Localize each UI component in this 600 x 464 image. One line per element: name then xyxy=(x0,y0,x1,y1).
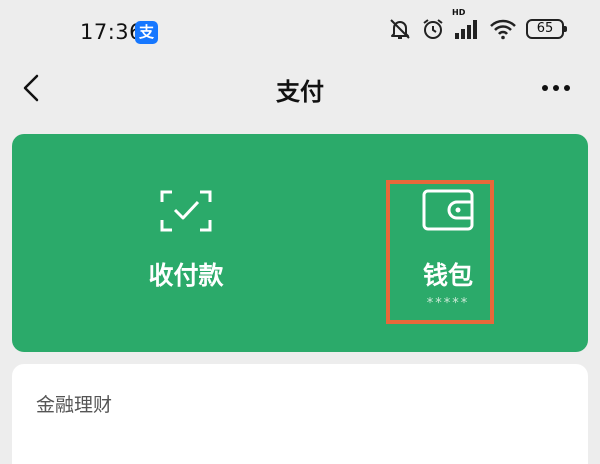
wallet-label: 钱包 xyxy=(422,261,473,290)
finance-section-title: 金融理财 xyxy=(36,394,113,416)
finance-section: 金融理财 xyxy=(12,364,588,464)
page-title: 支付 xyxy=(276,78,324,106)
cell-signal-icon: HD xyxy=(452,8,480,41)
more-dots-icon xyxy=(542,85,570,91)
status-bar: 17:36 支 HD 65 xyxy=(0,0,600,64)
scan-check-icon xyxy=(160,190,212,232)
receive-pay-button[interactable]: 收付款 xyxy=(92,134,280,352)
receive-pay-label: 收付款 xyxy=(148,261,224,290)
battery-indicator: 65 xyxy=(526,19,567,39)
status-icons: HD 65 xyxy=(388,8,567,41)
wallet-balance-masked: ***** xyxy=(426,296,470,311)
wallet-icon xyxy=(422,189,474,231)
alipay-notification-icon: 支 xyxy=(135,21,158,44)
wifi-icon xyxy=(490,19,516,40)
status-time: 17:36 xyxy=(80,20,144,44)
alarm-icon xyxy=(423,19,443,39)
wallet-button[interactable]: 钱包 ***** xyxy=(388,134,508,352)
mute-bell-icon xyxy=(390,19,410,39)
pay-card: 收付款 钱包 ***** xyxy=(12,134,588,352)
more-options-button[interactable] xyxy=(536,72,576,104)
nav-bar: 支付 xyxy=(0,64,600,112)
hd-label: HD xyxy=(452,8,466,17)
